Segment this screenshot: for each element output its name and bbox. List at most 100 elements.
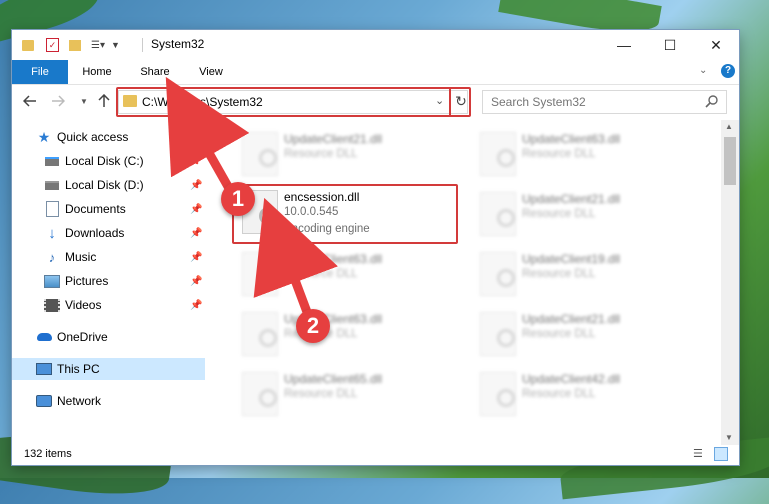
pin-icon[interactable]: 📌: [190, 156, 202, 167]
ribbon-tabs: File Home Share View ⌄ ?: [12, 60, 739, 85]
sidebar-item-local-disk-c[interactable]: Local Disk (C:) 📌: [12, 150, 205, 172]
videos-icon: [44, 297, 60, 313]
sidebar-item-onedrive[interactable]: OneDrive: [12, 326, 205, 348]
sidebar-item-videos[interactable]: Videos 📌: [12, 294, 205, 316]
window-title: System32: [151, 37, 205, 51]
minimize-button[interactable]: —: [601, 30, 647, 60]
sidebar-item-label: Videos: [65, 298, 102, 312]
back-button[interactable]: [20, 91, 40, 111]
file-highlight-box: [232, 184, 458, 244]
tab-file[interactable]: File: [12, 60, 68, 84]
pin-icon[interactable]: 📌: [190, 252, 202, 263]
file-name: UpdateClient19.dll: [522, 252, 621, 266]
sidebar-item-label: Documents: [65, 202, 126, 216]
maximize-button[interactable]: ☐: [647, 30, 693, 60]
pin-icon[interactable]: 📌: [190, 228, 202, 239]
help-icon[interactable]: ?: [721, 64, 735, 78]
gear-icon: [497, 269, 515, 287]
customize-toolbar-icon[interactable]: ☰▾: [91, 40, 105, 51]
forward-button[interactable]: [48, 91, 68, 111]
sidebar-item-documents[interactable]: Documents 📌: [12, 198, 205, 220]
file-item[interactable]: UpdateClient63.dll Resource DLL: [234, 248, 454, 298]
sidebar-item-label: This PC: [57, 362, 100, 376]
sidebar-item-label: Downloads: [65, 226, 125, 240]
folder-icon[interactable]: [22, 39, 34, 51]
dll-file-icon: [242, 252, 278, 296]
tab-home[interactable]: Home: [74, 60, 120, 84]
gear-icon: [497, 329, 515, 347]
file-item[interactable]: UpdateClient21.dll Resource DLL: [234, 128, 454, 178]
gear-icon: [497, 149, 515, 167]
tab-share[interactable]: Share: [132, 60, 178, 84]
scrollbar-thumb[interactable]: [724, 137, 736, 185]
file-item[interactable]: UpdateClient65.dll Resource DLL: [234, 368, 454, 418]
file-type: Resource DLL: [284, 268, 358, 280]
pin-icon[interactable]: 📌: [190, 300, 202, 311]
file-name: UpdateClient21.dll: [522, 312, 621, 326]
dll-file-icon: [480, 192, 516, 236]
sidebar-item-local-disk-d[interactable]: Local Disk (D:) 📌: [12, 174, 205, 196]
tab-view[interactable]: View: [188, 60, 234, 84]
file-type: Resource DLL: [522, 388, 596, 400]
up-button[interactable]: [94, 91, 114, 111]
documents-icon: [44, 201, 60, 217]
sidebar-item-quick-access[interactable]: ★ Quick access: [12, 126, 205, 148]
file-item[interactable]: UpdateClient21.dll Resource DLL: [472, 308, 692, 358]
file-item[interactable]: UpdateClient63.dll Resource DLL: [472, 128, 692, 178]
file-item[interactable]: UpdateClient21.dll Resource DLL: [472, 188, 692, 238]
sidebar-item-pictures[interactable]: Pictures 📌: [12, 270, 205, 292]
search-icon[interactable]: [705, 94, 719, 108]
file-name: UpdateClient63.dll: [522, 132, 621, 146]
download-icon: ↓: [48, 224, 56, 242]
computer-icon: [36, 361, 52, 377]
expand-ribbon-icon[interactable]: ⌄: [699, 65, 707, 76]
sidebar-item-label: Pictures: [65, 274, 109, 288]
address-row: ▼ C:\Windows\System32 ⌄ ↻: [12, 85, 739, 117]
sidebar-item-network[interactable]: Network: [12, 390, 205, 412]
gear-icon: [259, 269, 277, 287]
file-name: UpdateClient42.dll: [522, 372, 621, 386]
large-icons-view-icon[interactable]: [714, 447, 728, 461]
pin-icon[interactable]: 📌: [190, 204, 202, 215]
file-item[interactable]: UpdateClient42.dll Resource DLL: [472, 368, 692, 418]
item-count: 132 items: [24, 448, 72, 460]
close-button[interactable]: ✕: [693, 30, 739, 60]
dropdown-arrow-icon[interactable]: ▼: [111, 40, 120, 50]
explorer-window: ✓ ☰▾ ▼ System32 — ☐ ✕ File Home Share Vi…: [12, 30, 739, 465]
quick-access-toolbar: ✓ ☰▾ ▼: [22, 37, 120, 53]
search-input[interactable]: [489, 93, 703, 111]
step-badge-2: 2: [296, 309, 330, 343]
file-item[interactable]: UpdateClient63.dll Resource DLL: [234, 308, 454, 358]
sidebar-item-downloads[interactable]: ↓ Downloads 📌: [12, 222, 205, 244]
up-arrow-icon: [98, 94, 110, 107]
network-icon: [36, 393, 52, 409]
drive-icon: [44, 153, 60, 169]
pin-icon[interactable]: 📌: [190, 276, 202, 287]
dll-file-icon: [242, 312, 278, 356]
scroll-up-icon[interactable]: ▲: [725, 122, 733, 131]
dll-file-icon: [242, 372, 278, 416]
recent-locations-button[interactable]: ▼: [74, 91, 94, 111]
dll-file-icon: [480, 132, 516, 176]
new-folder-icon[interactable]: [69, 39, 81, 51]
sidebar-item-label: OneDrive: [57, 330, 108, 344]
star-icon: ★: [37, 128, 51, 145]
refresh-divider: [449, 89, 451, 115]
pictures-icon: [44, 273, 60, 289]
properties-icon[interactable]: ✓: [46, 38, 59, 52]
dll-file-icon: [480, 312, 516, 356]
pin-icon[interactable]: 📌: [190, 180, 202, 191]
dll-file-icon: [480, 252, 516, 296]
step-badge-1: 1: [221, 182, 255, 216]
file-item[interactable]: UpdateClient19.dll Resource DLL: [472, 248, 692, 298]
sidebar-item-music[interactable]: ♪ Music 📌: [12, 246, 205, 268]
gear-icon: [259, 329, 277, 347]
navigation-pane: ★ Quick access Local Disk (C:) 📌 Local D…: [12, 120, 205, 445]
search-box[interactable]: [482, 90, 727, 114]
scroll-down-icon[interactable]: ▼: [725, 433, 733, 442]
sidebar-item-label: Quick access: [57, 130, 129, 144]
sidebar-item-this-pc[interactable]: This PC: [12, 358, 205, 380]
details-view-icon[interactable]: ☰: [693, 447, 709, 461]
file-type: Resource DLL: [284, 148, 358, 160]
gear-icon: [497, 209, 515, 227]
